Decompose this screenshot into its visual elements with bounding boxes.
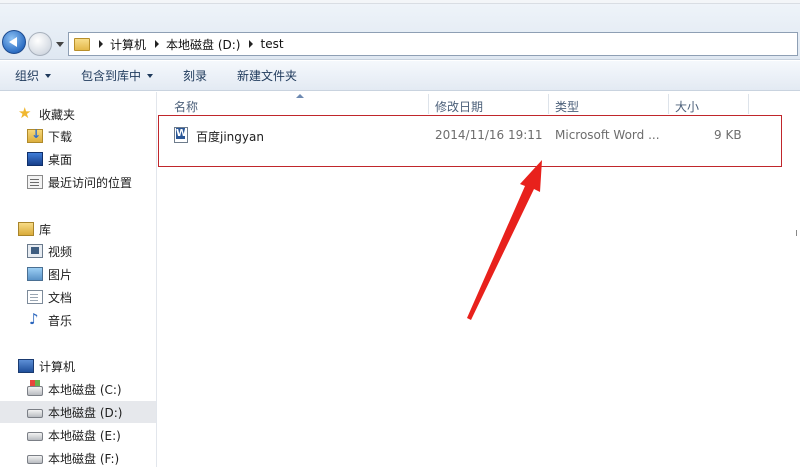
sidebar-item-label: 本地磁盘 (C:) bbox=[48, 382, 122, 397]
breadcrumb-computer[interactable]: 计算机 bbox=[110, 36, 146, 53]
sidebar-item-label: 本地磁盘 (E:) bbox=[48, 428, 121, 443]
file-size: 9 KB bbox=[714, 128, 742, 142]
documents-library-icon bbox=[27, 290, 43, 304]
star-icon bbox=[18, 104, 34, 122]
sidebar-item-desktop[interactable]: 桌面 bbox=[0, 148, 156, 170]
include-in-library-label: 包含到库中 bbox=[81, 69, 142, 83]
column-divider[interactable] bbox=[668, 94, 669, 114]
column-divider[interactable] bbox=[428, 94, 429, 114]
sidebar-item-music[interactable]: 音乐 bbox=[0, 309, 156, 331]
forward-button[interactable] bbox=[28, 32, 52, 56]
include-in-library-menu[interactable]: 包含到库中 bbox=[81, 67, 154, 84]
recent-pages-dropdown[interactable] bbox=[56, 42, 64, 47]
organize-label: 组织 bbox=[15, 69, 40, 83]
column-header-size[interactable]: 大小 bbox=[675, 98, 699, 115]
navigation-pane: 收藏夹 下载 桌面 最近访问的位置 库 视频 图片 文档 音乐 计算机 本地磁盘… bbox=[0, 92, 157, 467]
chevron-right-icon[interactable] bbox=[155, 40, 160, 48]
hard-drive-icon bbox=[27, 455, 43, 464]
window-edge-marker bbox=[796, 230, 800, 236]
burn-label: 刻录 bbox=[183, 69, 208, 83]
downloads-folder-icon bbox=[27, 127, 43, 143]
library-icon bbox=[18, 222, 34, 236]
sidebar-item-label: 最近访问的位置 bbox=[48, 175, 133, 190]
sort-ascending-icon bbox=[296, 94, 304, 98]
sidebar-item-label: 文档 bbox=[48, 290, 73, 305]
address-row: 计算机 本地磁盘 (D:) test bbox=[0, 4, 800, 60]
sidebar-item-label: 音乐 bbox=[48, 313, 73, 328]
command-bar: 组织 包含到库中 刻录 新建文件夹 bbox=[0, 61, 800, 91]
file-list-pane: 名称 修改日期 类型 大小 百度jingyan 2014/11/16 19:11… bbox=[158, 92, 800, 467]
column-divider[interactable] bbox=[548, 94, 549, 114]
column-divider[interactable] bbox=[748, 94, 749, 114]
breadcrumb-test[interactable]: test bbox=[260, 37, 283, 51]
computer-icon bbox=[18, 359, 34, 373]
word-document-icon bbox=[174, 127, 188, 143]
sidebar-libraries[interactable]: 库 bbox=[0, 218, 156, 240]
sidebar-item-documents[interactable]: 文档 bbox=[0, 286, 156, 308]
sidebar-item-drive-e[interactable]: 本地磁盘 (E:) bbox=[0, 424, 156, 446]
sidebar-item-videos[interactable]: 视频 bbox=[0, 240, 156, 262]
organize-menu[interactable]: 组织 bbox=[15, 67, 52, 84]
sidebar-item-drive-f[interactable]: 本地磁盘 (F:) bbox=[0, 447, 156, 467]
sidebar-item-recent-places[interactable]: 最近访问的位置 bbox=[0, 171, 156, 193]
system-drive-icon bbox=[27, 380, 43, 396]
sidebar-computer[interactable]: 计算机 bbox=[0, 355, 156, 377]
column-header-name[interactable]: 名称 bbox=[174, 98, 198, 115]
sidebar-item-drive-c[interactable]: 本地磁盘 (C:) bbox=[0, 378, 156, 400]
sidebar-item-label: 视频 bbox=[48, 244, 73, 259]
caret-down-icon bbox=[147, 73, 154, 78]
sidebar-item-label: 库 bbox=[39, 222, 52, 237]
sidebar-item-label: 本地磁盘 (D:) bbox=[48, 405, 123, 420]
chevron-right-icon[interactable] bbox=[99, 40, 103, 48]
video-library-icon bbox=[27, 244, 43, 258]
caret-down-icon bbox=[45, 73, 52, 78]
sidebar-item-label: 桌面 bbox=[48, 152, 73, 167]
column-header-row: 名称 修改日期 类型 大小 bbox=[158, 92, 800, 116]
pictures-library-icon bbox=[27, 267, 43, 281]
column-header-modified[interactable]: 修改日期 bbox=[435, 98, 483, 115]
chevron-right-icon[interactable] bbox=[249, 40, 254, 48]
folder-icon bbox=[74, 37, 90, 51]
new-folder-button[interactable]: 新建文件夹 bbox=[237, 67, 297, 84]
sidebar-item-drive-d[interactable]: 本地磁盘 (D:) bbox=[0, 401, 156, 423]
sidebar-item-label: 计算机 bbox=[39, 359, 76, 374]
burn-button[interactable]: 刻录 bbox=[183, 67, 207, 84]
address-box[interactable]: 计算机 本地磁盘 (D:) test bbox=[68, 32, 798, 56]
new-folder-label: 新建文件夹 bbox=[237, 69, 298, 83]
sidebar-item-label: 图片 bbox=[48, 267, 73, 282]
file-name: 百度jingyan bbox=[196, 130, 264, 144]
music-note-icon bbox=[27, 310, 43, 328]
recent-places-icon bbox=[27, 175, 43, 189]
hard-drive-icon bbox=[27, 409, 43, 418]
sidebar-item-label: 下载 bbox=[48, 129, 73, 144]
sidebar-item-downloads[interactable]: 下载 bbox=[0, 125, 156, 147]
file-row[interactable]: 百度jingyan 2014/11/16 19:11 Microsoft Wor… bbox=[158, 124, 758, 146]
breadcrumb-drive-d[interactable]: 本地磁盘 (D:) bbox=[166, 36, 240, 53]
column-header-type[interactable]: 类型 bbox=[555, 98, 579, 115]
file-type: Microsoft Word ... bbox=[555, 128, 660, 142]
hard-drive-icon bbox=[27, 432, 43, 441]
sidebar-favorites[interactable]: 收藏夹 bbox=[0, 103, 156, 125]
file-modified-date: 2014/11/16 19:11 bbox=[435, 128, 543, 142]
desktop-icon bbox=[27, 152, 43, 166]
sidebar-item-label: 本地磁盘 (F:) bbox=[48, 451, 120, 466]
back-button[interactable] bbox=[2, 30, 26, 54]
sidebar-item-label: 收藏夹 bbox=[39, 107, 76, 122]
sidebar-item-pictures[interactable]: 图片 bbox=[0, 263, 156, 285]
